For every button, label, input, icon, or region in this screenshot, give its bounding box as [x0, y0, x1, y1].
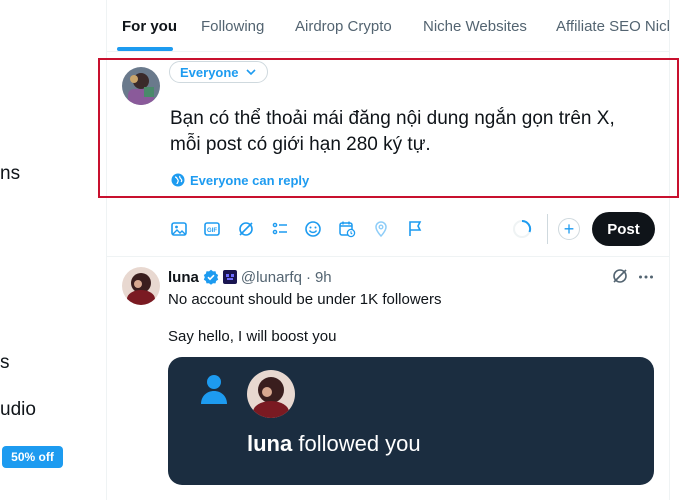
compose-textarea[interactable]: Bạn có thể thoải mái đăng nội dung ngắn … [170, 106, 660, 158]
audience-selector[interactable]: Everyone [169, 61, 268, 83]
tab-airdrop-crypto[interactable]: Airdrop Crypto [295, 0, 392, 51]
avatar[interactable] [122, 67, 160, 105]
grok-icon[interactable] [611, 267, 629, 285]
sidebar-item-label[interactable]: s [0, 352, 10, 374]
reply-setting-button[interactable]: Everyone can reply [171, 171, 309, 189]
media-card[interactable]: luna followed you [168, 357, 654, 485]
sidebar-item-label[interactable]: ns [0, 163, 20, 185]
tab-niche-websites[interactable]: Niche Websites [423, 0, 527, 51]
gif-icon[interactable]: GIF [202, 219, 222, 239]
tweet-text-line: No account should be under 1K followers [168, 291, 442, 308]
follow-notification-text: luna followed you [247, 431, 421, 457]
left-sidebar: ns s udio 50% off [0, 0, 106, 500]
tweet-header: luna @lunarfq · 9h [168, 267, 332, 287]
flag-icon[interactable] [405, 219, 425, 239]
schedule-icon[interactable] [337, 219, 357, 239]
grok-icon[interactable] [236, 219, 256, 239]
author-handle[interactable]: @lunarfq [241, 269, 302, 286]
image-icon[interactable] [169, 219, 189, 239]
card-message: followed you [292, 431, 421, 456]
affiliate-badge-icon[interactable] [222, 270, 237, 284]
post-button[interactable]: Post [592, 212, 655, 246]
more-options-icon[interactable] [637, 268, 655, 286]
chevron-down-icon [245, 69, 256, 76]
reply-setting-label: Everyone can reply [190, 172, 310, 188]
compose-text-line: mỗi post có giới hạn 280 ký tự. [170, 134, 431, 155]
discount-badge[interactable]: 50% off [2, 446, 63, 468]
sidebar-item-label[interactable]: udio [0, 399, 36, 421]
section-divider [107, 256, 669, 257]
avatar[interactable] [122, 267, 160, 305]
active-tab-indicator [117, 47, 173, 51]
svg-text:GIF: GIF [207, 228, 217, 234]
add-post-button[interactable]: + [558, 218, 580, 240]
compose-text-line: Bạn có thể thoải mái đăng nội dung ngắn … [170, 108, 615, 129]
location-icon [371, 219, 391, 239]
character-progress-ring [513, 219, 532, 238]
tab-affiliate-seo[interactable]: Affiliate SEO Nich [556, 0, 669, 51]
poll-icon[interactable] [270, 219, 290, 239]
tab-following[interactable]: Following [201, 0, 264, 51]
tweet-timestamp[interactable]: 9h [315, 269, 332, 286]
avatar [247, 370, 295, 418]
globe-icon [171, 173, 185, 187]
verified-badge-icon [203, 269, 219, 285]
person-icon [201, 375, 227, 404]
timeline-tabs: For you Following Airdrop Crypto Niche W… [107, 0, 669, 52]
audience-label: Everyone [180, 64, 239, 80]
toolbar-divider [547, 214, 548, 244]
tweet-text-line: Say hello, I will boost you [168, 328, 337, 345]
separator-dot: · [305, 268, 311, 286]
emoji-icon[interactable] [303, 219, 323, 239]
author-name[interactable]: luna [168, 269, 199, 286]
card-author-name: luna [247, 431, 293, 456]
tab-for-you[interactable]: For you [122, 0, 177, 51]
